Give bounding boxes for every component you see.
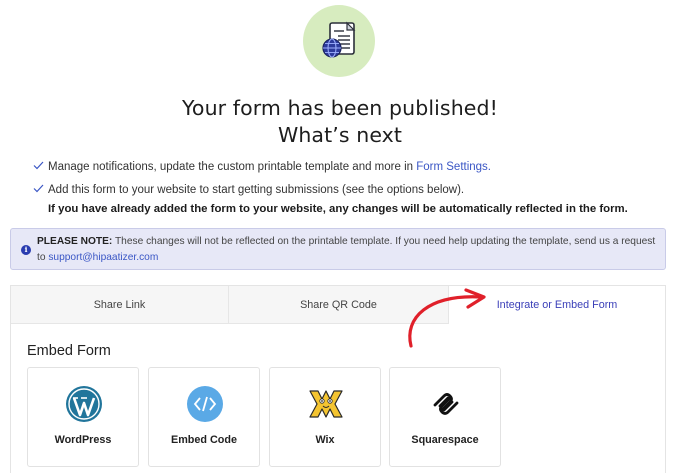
share-tabs: Share Link Share QR Code Integrate or Em… — [11, 286, 665, 324]
checklist-item-text: Manage notifications, update the custom … — [48, 161, 417, 173]
wordpress-icon — [66, 386, 102, 422]
checkmark-icon — [33, 161, 44, 170]
note-label: PLEASE NOTE: — [37, 236, 113, 247]
embed-option-wix[interactable]: Wix — [269, 367, 381, 467]
published-form-illustration — [303, 5, 375, 77]
embed-option-embed-code[interactable]: Embed Code — [148, 367, 260, 467]
publish-success-page: Your form has been published! What’s nex… — [0, 0, 680, 473]
checklist-item-text: Add this form to your website to start g… — [48, 184, 465, 196]
share-options-panel: Share Link Share QR Code Integrate or Em… — [10, 285, 666, 473]
please-note-banner: i PLEASE NOTE: These changes will not be… — [10, 228, 666, 270]
embed-option-label: Wix — [315, 434, 335, 446]
page-title: Your form has been published! — [182, 96, 498, 120]
info-icon: i — [21, 245, 31, 255]
tab-share-qr-code[interactable]: Share QR Code — [229, 286, 449, 324]
auto-update-notice: If you have already added the form to yo… — [48, 203, 628, 215]
support-email-link[interactable]: support@hipaatizer.com — [48, 252, 158, 263]
embed-form-heading: Embed Form — [27, 343, 111, 359]
squarespace-icon — [433, 393, 459, 415]
embed-option-label: WordPress — [54, 434, 112, 446]
form-settings-link[interactable]: Form Settings. — [416, 161, 491, 173]
tab-integrate-embed[interactable]: Integrate or Embed Form — [449, 286, 665, 324]
checklist-item-settings: Manage notifications, update the custom … — [33, 159, 491, 176]
checklist-item-embed: Add this form to your website to start g… — [33, 182, 628, 218]
wix-icon — [309, 390, 343, 418]
embed-option-label: Embed Code — [171, 434, 237, 446]
code-icon — [187, 386, 223, 422]
document-globe-icon — [322, 21, 356, 58]
embed-option-label: Squarespace — [411, 434, 479, 446]
checkmark-icon — [33, 184, 44, 193]
tab-share-link[interactable]: Share Link — [11, 286, 229, 324]
embed-option-wordpress[interactable]: WordPress — [27, 367, 139, 467]
embed-option-squarespace[interactable]: Squarespace — [389, 367, 501, 467]
page-subtitle: What’s next — [277, 123, 403, 147]
